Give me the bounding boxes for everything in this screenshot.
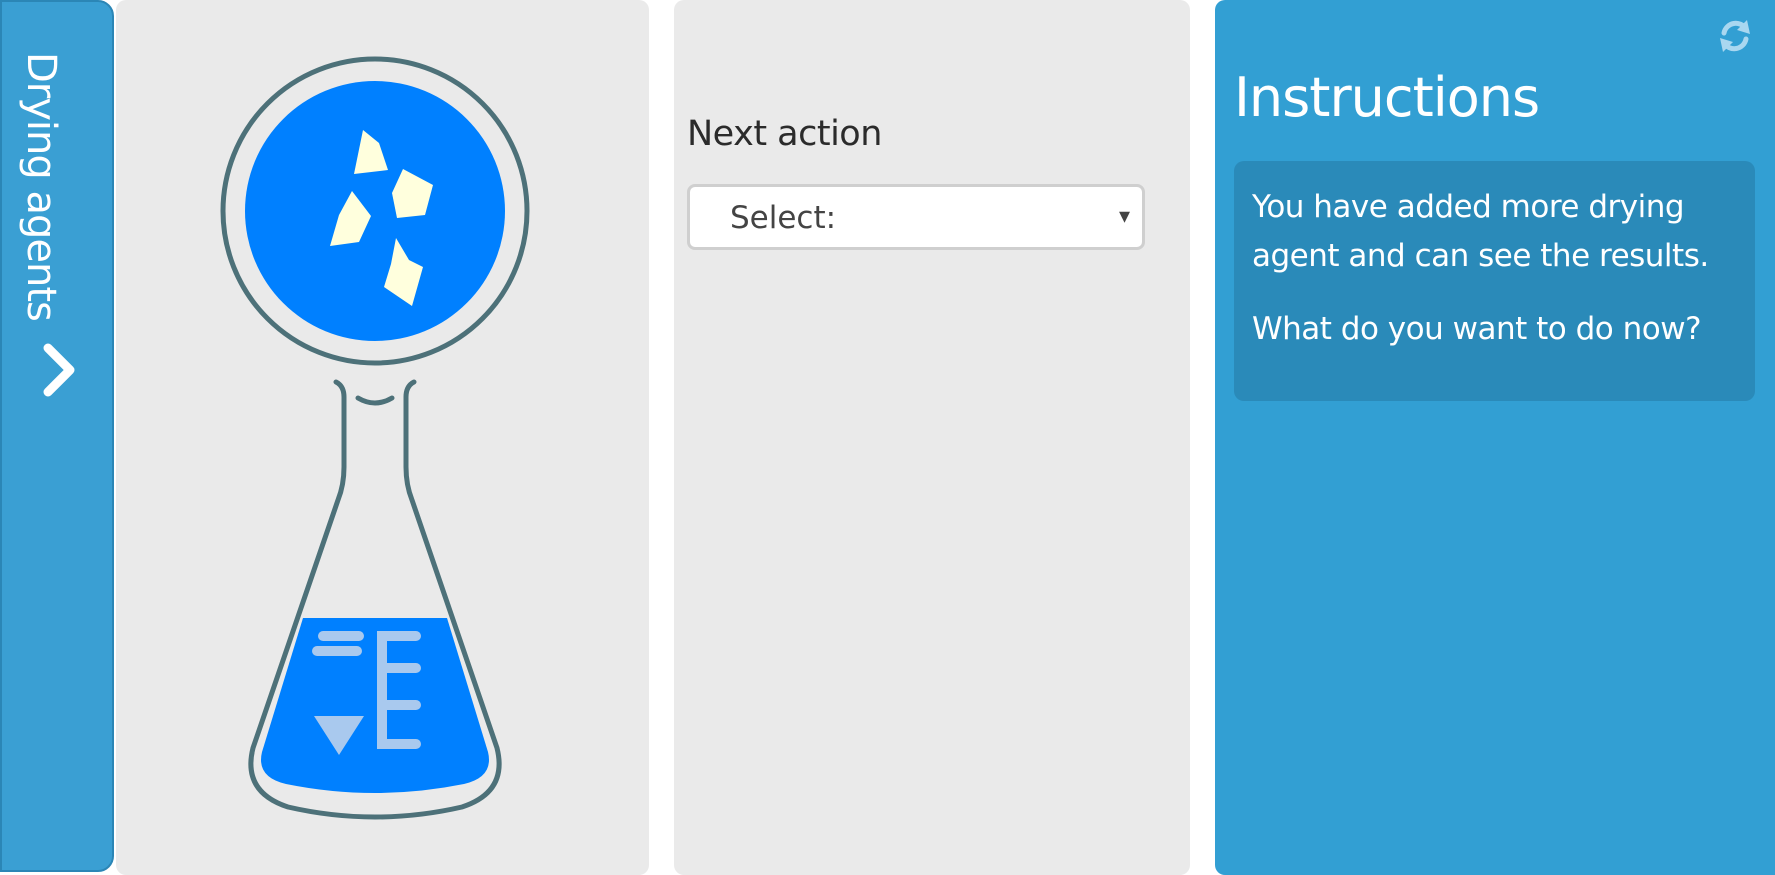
instructions-text: You have added more drying agent and can… xyxy=(1252,189,1709,274)
level-mark xyxy=(377,631,387,749)
refresh-icon[interactable] xyxy=(1717,18,1753,54)
magnified-liquid xyxy=(245,81,505,341)
action-panel: Next action Select: ▾ xyxy=(674,0,1190,875)
instructions-panel: Instructions You have added more drying … xyxy=(1215,0,1775,875)
instructions-question: What do you want to do now? xyxy=(1252,311,1702,347)
level-mark xyxy=(318,631,364,641)
erlenmeyer-flask-icon xyxy=(220,56,530,820)
select-value: Select: xyxy=(730,200,837,236)
caret-down-icon: ▾ xyxy=(1118,204,1130,229)
chevron-right-icon xyxy=(43,343,75,397)
flask-lip xyxy=(355,395,395,406)
level-mark xyxy=(377,700,421,710)
instructions-box: You have added more drying agent and can… xyxy=(1234,161,1755,401)
next-action-select[interactable]: Select: ▾ xyxy=(687,184,1145,250)
instructions-title: Instructions xyxy=(1234,66,1540,129)
level-mark xyxy=(377,663,421,673)
level-mark xyxy=(312,646,362,656)
sidebar-tab-drying-agents[interactable]: Drying agents xyxy=(0,0,114,872)
sidebar-tab-label: Drying agents xyxy=(18,52,64,321)
next-action-heading: Next action xyxy=(687,114,882,154)
level-mark xyxy=(377,631,421,641)
flask-panel xyxy=(116,0,649,875)
level-mark xyxy=(377,739,421,749)
flask-liquid xyxy=(261,618,489,793)
